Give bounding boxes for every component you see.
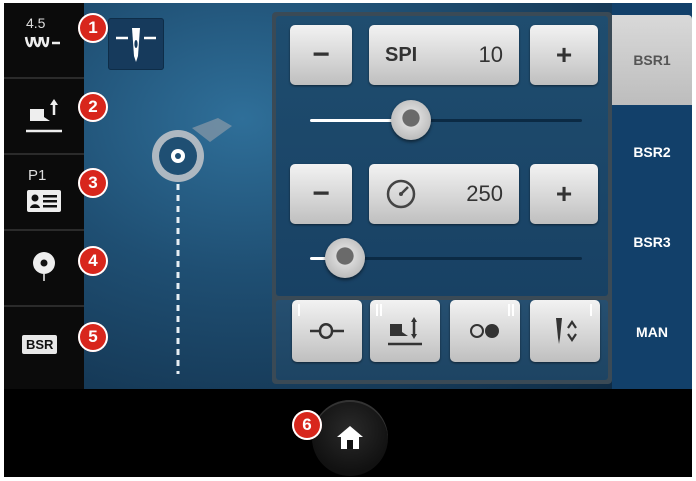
needle-updown-icon [556, 318, 577, 344]
spi-slider[interactable] [310, 100, 582, 140]
thread-cutter-icon [310, 323, 344, 339]
speedometer-icon [386, 179, 416, 209]
left-sidebar: 4.5 P1 BSR [4, 3, 84, 389]
presser-foot-auto-button[interactable] [370, 300, 440, 362]
needle-icon [116, 28, 156, 62]
bsr-button[interactable]: BSR [4, 307, 84, 381]
bobbin-icon [33, 252, 55, 281]
spi-increase-button[interactable]: + [530, 25, 598, 85]
thread-cutter-button[interactable] [292, 300, 362, 362]
callout-1: 1 [78, 13, 108, 43]
bobbin-button[interactable] [4, 231, 84, 307]
circles-icon [470, 324, 499, 338]
stitch-mode-button[interactable] [450, 300, 520, 362]
spi-value: 10 [478, 42, 503, 67]
speed-increase-button[interactable]: + [530, 164, 598, 224]
home-icon [337, 426, 363, 449]
program-button[interactable]: P1 [4, 155, 84, 231]
program-label: P1 [28, 167, 47, 184]
presser-foot-updown-icon [388, 317, 422, 346]
speed-decrease-button[interactable]: − [290, 164, 352, 224]
presser-foot-lift-button[interactable] [4, 79, 84, 155]
needle-updown-button[interactable] [530, 300, 600, 362]
level-mark [298, 304, 300, 316]
presser-foot-up-icon [26, 99, 62, 133]
spi-slider-knob[interactable] [390, 100, 431, 140]
callout-5: 5 [78, 322, 108, 352]
spi-display: SPI 10 [369, 25, 519, 85]
callout-6: 6 [292, 410, 322, 440]
callout-3: 3 [78, 168, 108, 198]
speed-slider-knob[interactable] [325, 238, 366, 278]
stitch-length-button[interactable]: 4.5 [4, 3, 84, 79]
spi-label: SPI [385, 43, 418, 66]
stitch-length-value: 4.5 [26, 15, 46, 31]
tab-bsr3[interactable]: BSR3 [612, 199, 692, 285]
home-button[interactable] [312, 400, 388, 476]
callout-2: 2 [78, 92, 108, 122]
speed-slider[interactable] [310, 238, 582, 278]
level-mark [376, 304, 382, 316]
needle-position-button[interactable] [108, 18, 164, 70]
level-mark [590, 304, 592, 316]
stitch-length-icon [24, 36, 60, 48]
speed-value: 250 [466, 181, 503, 206]
tab-man[interactable]: MAN [612, 289, 692, 375]
spi-decrease-button[interactable]: − [290, 25, 352, 85]
stitch-guide-graphic [152, 118, 232, 374]
callout-4: 4 [78, 246, 108, 276]
bsr-icon: BSR [22, 335, 58, 354]
program-card-icon [27, 190, 61, 212]
level-mark [508, 304, 514, 316]
speed-display: 250 [369, 164, 519, 224]
bsr-mode-tabs: BSR1 BSR2 BSR3 MAN [612, 3, 692, 389]
tab-bsr2[interactable]: BSR2 [612, 109, 692, 195]
tab-bsr1[interactable]: BSR1 [612, 15, 692, 105]
